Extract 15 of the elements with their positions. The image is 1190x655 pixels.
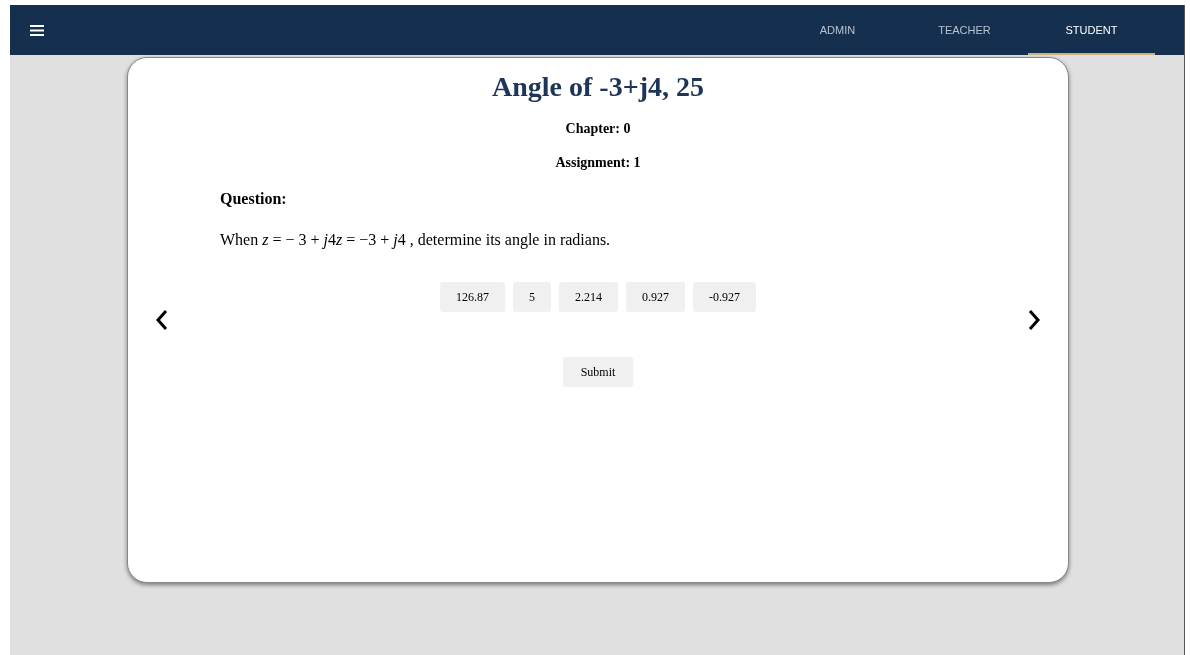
answer-option[interactable]: -0.927 <box>693 282 756 312</box>
nav-tab[interactable]: TEACHER <box>901 5 1028 55</box>
nav-tab[interactable]: STUDENT <box>1028 5 1155 55</box>
question-title: Angle of -3+j4, 25 <box>492 70 704 104</box>
question-text: When z = − 3 + j4z = −3 + j4 , determine its angle in radians. <box>220 230 611 251</box>
submit-button[interactable]: Submit <box>562 357 634 387</box>
nav-tab[interactable]: ADMIN <box>774 5 901 55</box>
answer-option[interactable]: 126.87 <box>440 282 505 312</box>
answer-option[interactable]: 5 <box>513 282 551 312</box>
question-label: Question: <box>220 189 287 209</box>
chapter-label: Chapter: 0 <box>565 120 631 138</box>
assignment-label: Assignment: 1 <box>555 154 641 172</box>
menu-icon[interactable] <box>30 24 44 36</box>
answer-option[interactable]: 2.214 <box>559 282 618 312</box>
answer-option[interactable]: 0.927 <box>626 282 685 312</box>
